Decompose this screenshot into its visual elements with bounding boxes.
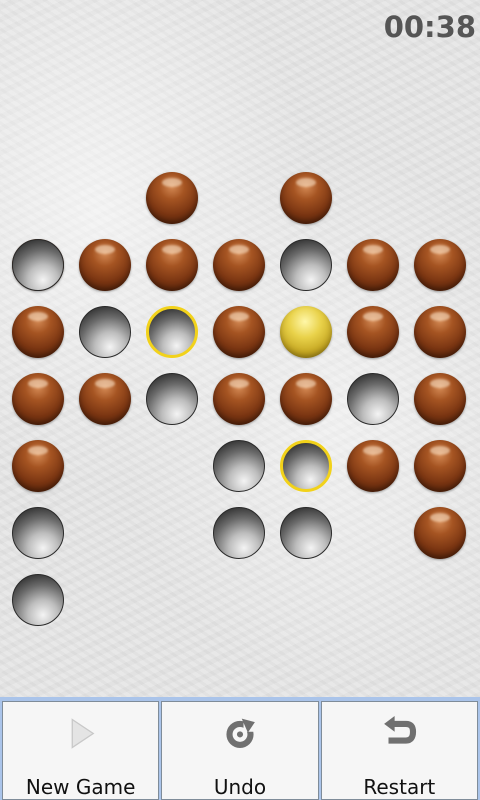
target-hole[interactable]	[146, 306, 198, 358]
peg-ball[interactable]	[414, 507, 466, 559]
peg-ball[interactable]	[280, 373, 332, 425]
new-game-label: New Game	[25, 775, 136, 799]
target-hole[interactable]	[280, 440, 332, 492]
game-timer: 00:38	[383, 10, 476, 44]
empty-hole[interactable]	[280, 239, 332, 291]
peg-ball[interactable]	[146, 172, 198, 224]
peg-ball[interactable]	[213, 239, 265, 291]
undo-label: Undo	[213, 775, 267, 799]
new-game-button[interactable]: New Game	[2, 701, 160, 800]
empty-hole[interactable]	[347, 373, 399, 425]
undo-button[interactable]: Undo	[161, 701, 319, 800]
peg-ball[interactable]	[414, 373, 466, 425]
empty-hole[interactable]	[12, 239, 64, 291]
peg-ball[interactable]	[213, 373, 265, 425]
peg-ball[interactable]	[347, 440, 399, 492]
peg-ball[interactable]	[79, 239, 131, 291]
empty-hole[interactable]	[12, 507, 64, 559]
restart-label: Restart	[363, 775, 436, 799]
empty-hole[interactable]	[79, 306, 131, 358]
peg-ball[interactable]	[280, 172, 332, 224]
peg-ball[interactable]	[12, 440, 64, 492]
empty-hole[interactable]	[213, 507, 265, 559]
peg-ball[interactable]	[12, 373, 64, 425]
undo-icon	[226, 718, 256, 748]
restart-button[interactable]: Restart	[320, 701, 478, 800]
peg-ball[interactable]	[414, 306, 466, 358]
peg-ball[interactable]	[79, 373, 131, 425]
empty-hole[interactable]	[280, 507, 332, 559]
empty-hole[interactable]	[146, 373, 198, 425]
peg-ball[interactable]	[347, 306, 399, 358]
return-arrow-icon	[384, 716, 417, 744]
game-board: 00:38	[0, 0, 480, 697]
peg-ball[interactable]	[347, 239, 399, 291]
peg-ball[interactable]	[414, 440, 466, 492]
peg-ball[interactable]	[213, 306, 265, 358]
play-icon	[71, 718, 95, 749]
bottom-toolbar: New Game Undo Restart	[0, 697, 480, 800]
peg-ball[interactable]	[12, 306, 64, 358]
peg-ball[interactable]	[414, 239, 466, 291]
empty-hole[interactable]	[213, 440, 265, 492]
selected-peg-ball[interactable]	[280, 306, 332, 358]
peg-ball[interactable]	[146, 239, 198, 291]
empty-hole[interactable]	[12, 574, 64, 626]
